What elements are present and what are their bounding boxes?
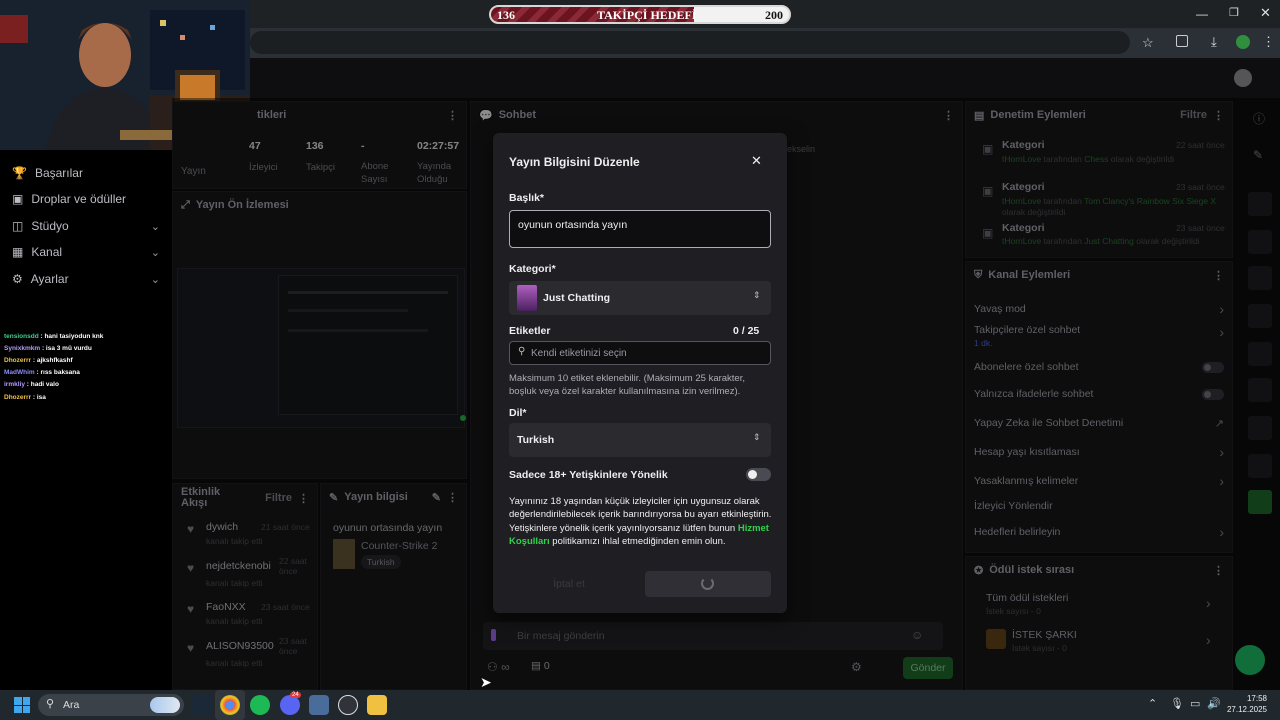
modal-title: Yayın Bilgisini Düzenle <box>509 155 640 169</box>
search-highlight-icon <box>150 697 180 713</box>
discord-badge: 24 <box>290 692 301 698</box>
close-icon[interactable]: ✕ <box>751 153 762 169</box>
search-icon: ⚲ <box>518 346 526 357</box>
language-select[interactable]: Turkish ⇕ <box>509 423 771 457</box>
gear-icon: ⚙ <box>12 272 23 286</box>
extensions-icon[interactable] <box>1176 35 1188 47</box>
title-input[interactable]: oyunun ortasında yayın <box>509 210 771 248</box>
nav-label: Droplar ve ödüller <box>31 192 127 206</box>
nav-item-achievements[interactable]: 🏆 Başarılar <box>12 163 160 183</box>
spotify-icon[interactable] <box>250 695 270 715</box>
nav-item-settings[interactable]: ⚙ Ayarlar ⌄ <box>12 269 160 289</box>
mature-toggle[interactable] <box>746 468 771 481</box>
follow-goal-current: 136 <box>497 8 515 22</box>
windows-start-icon[interactable] <box>14 697 30 713</box>
overlay-chat-line: Dhozerrr : isa <box>4 394 46 401</box>
clock-time[interactable]: 17:58 <box>1229 694 1267 703</box>
left-sidebar: 🏆 Başarılar ▣ Droplar ve ödüller ◫ Stüdy… <box>0 150 172 690</box>
overlay-chat-line: tensionsdd : hani tasiyodun knk <box>4 333 104 340</box>
follow-goal-label: TAKİPÇİ HEDEFİ <box>597 8 697 22</box>
discord-icon[interactable] <box>280 695 300 715</box>
tags-help: Maksimum 10 etiket eklenebilir. (Maksimu… <box>509 373 745 397</box>
nav-item-channel[interactable]: ▦ Kanal ⌄ <box>12 242 160 262</box>
channel-icon: ▦ <box>12 245 24 259</box>
category-select[interactable]: Just Chatting ⇕ <box>509 281 771 315</box>
nav-label: Stüdyo <box>31 219 69 233</box>
select-arrows-icon: ⇕ <box>753 432 761 442</box>
tags-count: 0 / 25 <box>733 325 760 337</box>
category-label: Kategori* <box>509 263 556 275</box>
nav-label: Başarılar <box>34 166 83 180</box>
active-app-highlight <box>215 690 245 720</box>
overlay-chat-line: MadWhim : rıss baksana <box>4 369 80 376</box>
file-explorer-icon[interactable] <box>367 695 387 715</box>
mouse-cursor-icon: ➤ <box>480 674 492 690</box>
nav-item-studio[interactable]: ◫ Stüdyo ⌄ <box>12 216 160 236</box>
obs-icon[interactable] <box>338 695 358 715</box>
download-icon[interactable]: ⤓ <box>1211 34 1217 50</box>
volume-icon[interactable]: 🔊 <box>1207 697 1221 710</box>
search-icon: ⚲ <box>46 698 55 710</box>
creator-topbar <box>250 58 1280 98</box>
overlay-chat-line: Synixkmkm : isa 3 mü vurdu <box>4 345 92 352</box>
mature-label: Sadece 18+ Yetişkinlere Yönelik <box>509 469 668 481</box>
nav-item-drops[interactable]: ▣ Droplar ve ödüller <box>12 189 160 209</box>
tray-chevron-up-icon[interactable]: ⌃ <box>1148 697 1157 710</box>
app-icon[interactable] <box>309 695 329 715</box>
follow-goal-bar: 136 TAKİPÇİ HEDEFİ 200 <box>489 5 791 24</box>
profile-avatar[interactable] <box>1236 35 1250 49</box>
close-window-button[interactable]: ✕ <box>1260 5 1271 21</box>
microphone-icon[interactable]: 🎙 <box>1170 697 1184 710</box>
trophy-icon: 🏆 <box>12 166 27 180</box>
category-cover <box>517 285 537 311</box>
tags-label: Etiketler <box>509 325 551 337</box>
save-button[interactable] <box>645 571 771 597</box>
minimize-button[interactable]: — <box>1196 7 1208 21</box>
tags-input[interactable]: ⚲ Kendi etiketinizi seçin <box>509 341 771 365</box>
nav-label: Kanal <box>31 245 63 259</box>
gift-icon: ▣ <box>12 192 24 206</box>
language-label: Dil* <box>509 407 527 419</box>
bookmark-star-icon[interactable]: ☆ <box>1142 35 1154 51</box>
chevron-down-icon: ⌄ <box>150 220 160 233</box>
edit-stream-info-modal: Yayın Bilgisini Düzenle ✕ Başlık* oyunun… <box>493 133 787 613</box>
steam-icon[interactable] <box>191 695 211 715</box>
maximize-button[interactable]: ❐ <box>1229 6 1239 19</box>
address-bar[interactable] <box>250 31 1130 54</box>
chevron-down-icon: ⌄ <box>150 246 160 259</box>
overlay-chat-line: irmkliy : hadi valo <box>4 381 59 388</box>
select-arrows-icon: ⇕ <box>753 290 761 300</box>
nav-label: Ayarlar <box>30 272 69 286</box>
loading-spinner-icon <box>701 577 714 590</box>
browser-menu-icon[interactable]: ⋮ <box>1262 34 1275 50</box>
clock-date[interactable]: 27.12.2025 <box>1225 705 1267 714</box>
user-avatar[interactable] <box>1234 69 1252 87</box>
cancel-button[interactable]: İptal et <box>509 571 629 597</box>
chevron-down-icon: ⌄ <box>150 273 160 286</box>
mature-description: Yayınınız 18 yaşından küçük izleyiciler … <box>509 496 772 547</box>
follow-goal-target: 200 <box>765 8 783 22</box>
overlay-chat-line: Dhozerrr : ajkshfkashf <box>4 357 73 364</box>
taskbar-search[interactable]: ⚲ Ara <box>38 694 184 716</box>
display-icon[interactable]: ▭ <box>1190 697 1200 710</box>
studio-icon: ◫ <box>12 219 24 233</box>
title-label: Başlık* <box>509 192 545 204</box>
